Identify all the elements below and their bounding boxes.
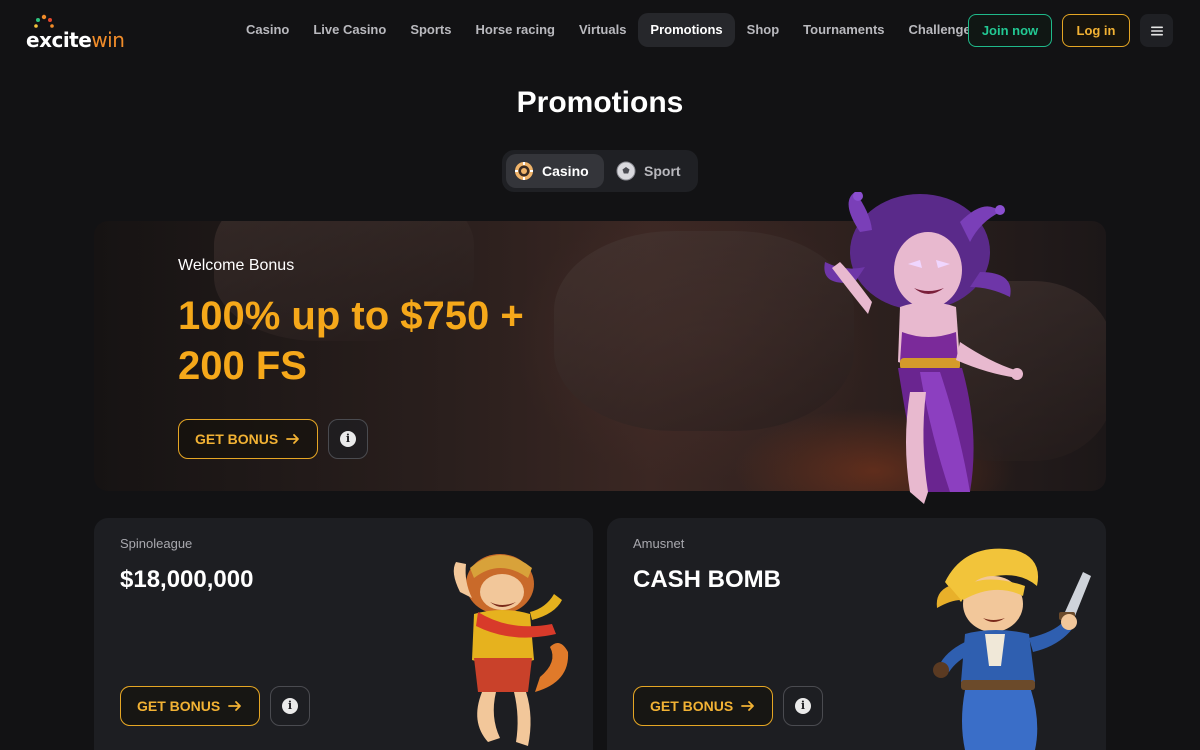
monkey-king-character-illustration xyxy=(453,554,569,746)
nav-item-casino[interactable]: Casino xyxy=(234,13,301,47)
tab-sport-label: Sport xyxy=(644,163,681,179)
get-bonus-button[interactable]: GET BONUS xyxy=(178,419,318,459)
nav-item-live-casino[interactable]: Live Casino xyxy=(301,13,398,47)
nav-item-promotions[interactable]: Promotions xyxy=(638,13,735,47)
arrow-right-icon xyxy=(228,701,242,711)
tab-casino[interactable]: Casino xyxy=(506,154,604,188)
page-title: Promotions xyxy=(516,86,684,119)
excitewin-logo[interactable]: excitewin xyxy=(26,14,134,52)
category-switcher: Casino Sport xyxy=(502,150,698,192)
tab-casino-label: Casino xyxy=(542,163,589,179)
hero-label: Welcome Bonus xyxy=(178,257,295,274)
medusa-character-illustration xyxy=(824,192,1023,504)
info-icon: i xyxy=(795,698,811,714)
card-title: $18,000,000 xyxy=(120,566,254,593)
card-title: CASH BOMB xyxy=(633,566,781,593)
nav-item-virtuals[interactable]: Virtuals xyxy=(567,13,638,47)
hamburger-icon xyxy=(1150,26,1163,35)
get-bonus-label: GET BONUS xyxy=(650,698,734,714)
log-in-button[interactable]: Log in xyxy=(1062,14,1130,47)
info-button[interactable]: i xyxy=(783,686,823,726)
nav-item-shop[interactable]: Shop xyxy=(735,13,792,47)
nav-item-horse-racing[interactable]: Horse racing xyxy=(463,13,566,47)
get-bonus-button[interactable]: GET BONUS xyxy=(120,686,260,726)
logo-wordmark: excitewin xyxy=(26,28,125,52)
nav-item-sports[interactable]: Sports xyxy=(398,13,463,47)
info-icon: i xyxy=(282,698,298,714)
promo-card-amusnet: Amusnet CASH BOMB GET BONUS i xyxy=(607,518,1106,750)
info-icon: i xyxy=(340,431,356,447)
get-bonus-label: GET BONUS xyxy=(137,698,221,714)
tab-sport[interactable]: Sport xyxy=(608,154,691,188)
casino-chip-icon xyxy=(515,162,533,180)
warrior-character-illustration xyxy=(933,548,1091,750)
get-bonus-button[interactable]: GET BONUS xyxy=(633,686,773,726)
logo-text-excite: excite xyxy=(26,28,92,52)
top-header: excitewin Casino Live Casino Sports Hors… xyxy=(0,0,1200,60)
arrow-right-icon xyxy=(741,701,755,711)
promo-card-spinoleague: Spinoleague $18,000,000 GET BONUS i xyxy=(94,518,593,750)
card-provider: Amusnet xyxy=(633,536,685,551)
info-button[interactable]: i xyxy=(270,686,310,726)
hero-background-rock xyxy=(554,231,854,431)
main-nav: Casino Live Casino Sports Horse racing V… xyxy=(234,13,990,47)
arrow-right-icon xyxy=(286,434,300,444)
join-now-button[interactable]: Join now xyxy=(968,14,1052,47)
menu-button[interactable] xyxy=(1140,14,1173,47)
nav-item-tournaments[interactable]: Tournaments xyxy=(791,13,896,47)
soccer-ball-icon xyxy=(616,161,636,181)
card-provider: Spinoleague xyxy=(120,536,193,551)
hero-offer-title: 100% up to $750 + 200 FS xyxy=(178,294,524,388)
logo-text-win: win xyxy=(91,28,125,52)
get-bonus-label: GET BONUS xyxy=(195,431,279,447)
info-button[interactable]: i xyxy=(328,419,368,459)
